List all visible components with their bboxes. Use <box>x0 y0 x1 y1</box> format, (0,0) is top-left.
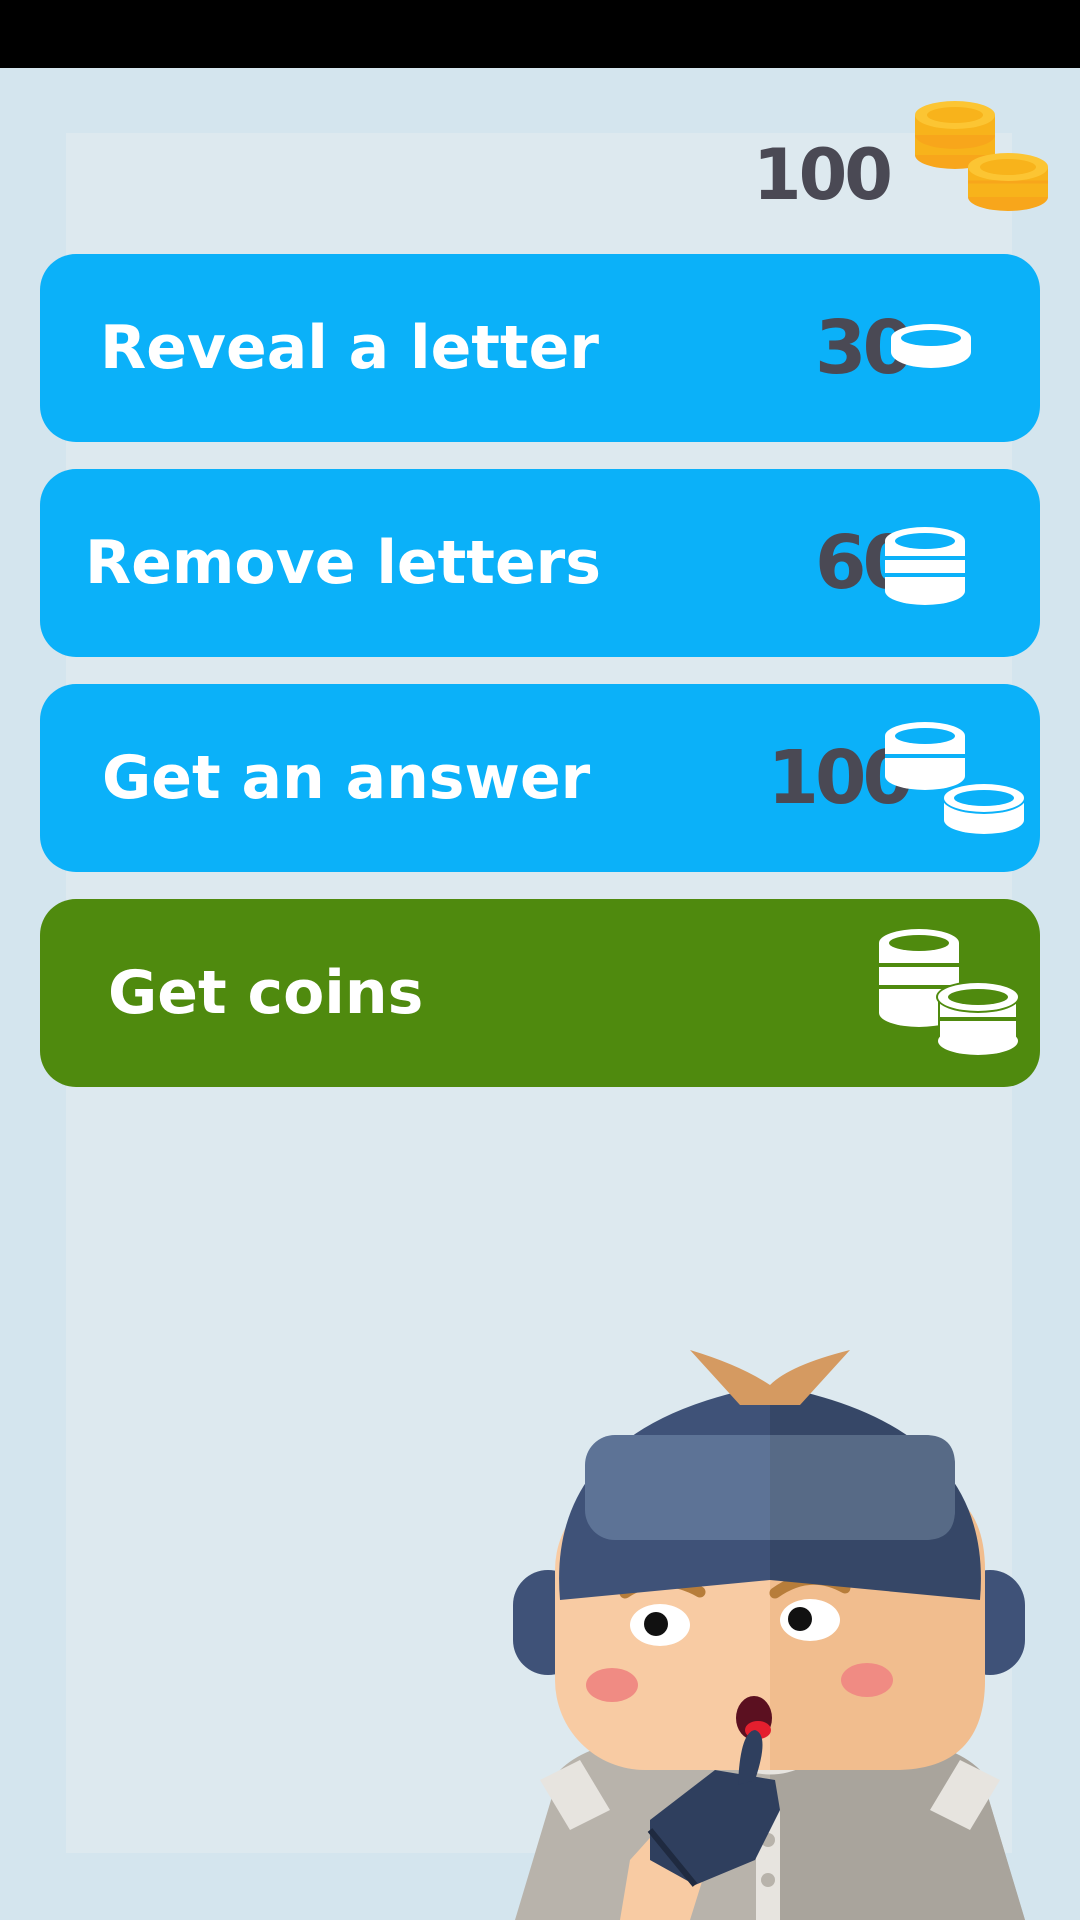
single-coin-icon <box>891 324 971 368</box>
get-answer-button[interactable]: Get an answer 100 <box>40 684 1040 872</box>
get-coins-button[interactable]: Get coins <box>40 899 1040 1087</box>
remove-letters-label: Remove letters <box>85 528 601 598</box>
coin-stacks-icon <box>879 929 1020 1055</box>
gold-coin-stack-icon <box>915 101 1048 211</box>
reveal-letter-button[interactable]: Reveal a letter 30 <box>40 254 1040 442</box>
coin-stacks-icon <box>885 722 1026 834</box>
status-bar <box>0 0 1080 68</box>
reveal-letter-price: 30 <box>815 305 914 391</box>
thinking-boy-character <box>513 1350 1025 1920</box>
coin-stack-icon <box>885 527 965 605</box>
get-answer-price: 100 <box>767 735 914 821</box>
get-coins-label: Get coins <box>108 958 424 1028</box>
coin-balance: 100 <box>752 134 893 216</box>
get-answer-label: Get an answer <box>102 743 591 813</box>
remove-letters-button[interactable]: Remove letters 60 <box>40 469 1040 657</box>
reveal-letter-label: Reveal a letter <box>100 313 599 383</box>
